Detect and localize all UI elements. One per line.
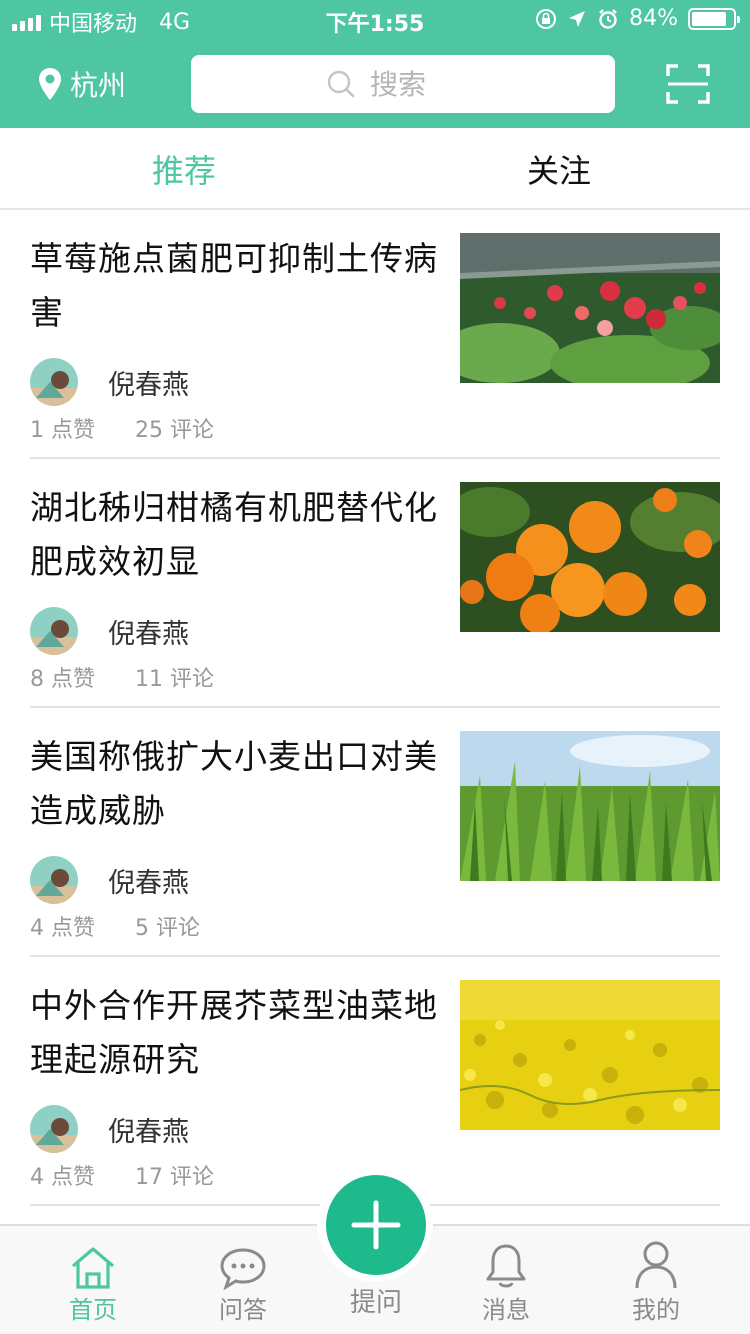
wheat-photo[interactable]: [460, 731, 720, 881]
bell-icon: [486, 1244, 526, 1288]
author-row: 倪春燕: [30, 856, 189, 904]
like-count: 4 点赞: [30, 916, 95, 941]
strawberry-photo[interactable]: [460, 233, 720, 383]
citrus-photo[interactable]: [460, 482, 720, 632]
list-item[interactable]: 草莓施点菌肥可抑制土传病害 倪春燕 1 点赞 25 评论: [30, 210, 720, 459]
author-name: 倪春燕: [108, 867, 189, 899]
location-pin-icon: [39, 68, 61, 100]
location-arrow-icon: [569, 10, 586, 27]
like-count: 1 点赞: [30, 418, 95, 443]
author-name: 倪春燕: [108, 1116, 189, 1148]
like-count: 8 点赞: [30, 667, 95, 692]
author-row: 倪春燕: [30, 607, 189, 655]
feed-tabs: 推荐 关注: [0, 128, 750, 210]
article-stats: 4 点赞 5 评论: [30, 910, 200, 942]
tab-messages[interactable]: 消息: [466, 1240, 546, 1325]
avatar[interactable]: [30, 1105, 78, 1153]
article-stats: 8 点赞 11 评论: [30, 661, 214, 693]
city-label: 杭州: [70, 69, 127, 102]
author-row: 倪春燕: [30, 1105, 189, 1153]
chat-icon: [220, 1248, 266, 1290]
article-title[interactable]: 草莓施点菌肥可抑制土传病害: [30, 232, 440, 340]
tab-profile-label: 我的: [632, 1296, 680, 1324]
battery-icon: [688, 7, 740, 30]
author-name: 倪春燕: [108, 369, 189, 401]
avatar[interactable]: [30, 856, 78, 904]
battery-fill: [692, 11, 726, 26]
app-header: 中国移动 4G 下午1:55 84% 杭州: [0, 0, 750, 128]
tab-recommend[interactable]: 推荐: [152, 146, 216, 192]
article-stats: 4 点赞 17 评论: [30, 1159, 214, 1191]
status-bar: 中国移动 4G 下午1:55 84%: [0, 0, 750, 40]
home-icon: [71, 1247, 115, 1289]
list-item[interactable]: 美国称俄扩大小麦出口对美造成威胁 倪春燕 4 点赞 5 评论: [30, 708, 720, 957]
rapeseed-photo[interactable]: [460, 980, 720, 1130]
tab-home[interactable]: 首页: [53, 1240, 133, 1325]
alarm-icon: [599, 8, 617, 29]
author-row: 倪春燕: [30, 358, 189, 406]
search-bar[interactable]: [191, 55, 615, 113]
avatar[interactable]: [30, 358, 78, 406]
avatar[interactable]: [30, 607, 78, 655]
plus-icon: [351, 1200, 401, 1250]
tab-qa[interactable]: 问答: [203, 1240, 283, 1325]
rotation-lock-icon: [536, 8, 557, 29]
city-selector[interactable]: 杭州: [38, 64, 126, 104]
user-icon: [635, 1241, 677, 1289]
comment-count: 25 评论: [135, 418, 214, 443]
tab-profile[interactable]: 我的: [616, 1240, 696, 1325]
article-stats: 1 点赞 25 评论: [30, 412, 214, 444]
comment-count: 5 评论: [135, 916, 200, 941]
tab-follow[interactable]: 关注: [527, 146, 591, 192]
like-count: 4 点赞: [30, 1165, 95, 1190]
tab-qa-label: 问答: [219, 1296, 267, 1324]
status-right: 84%: [535, 6, 740, 31]
comment-count: 17 评论: [135, 1165, 214, 1190]
author-name: 倪春燕: [108, 618, 189, 650]
ask-question-button[interactable]: [326, 1175, 426, 1275]
article-title[interactable]: 湖北秭归柑橘有机肥替代化肥成效初显: [30, 481, 440, 589]
tab-home-label: 首页: [69, 1296, 117, 1324]
list-item[interactable]: 湖北秭归柑橘有机肥替代化肥成效初显 倪春燕 8 点赞 11 评论: [30, 459, 720, 708]
tab-messages-label: 消息: [482, 1296, 530, 1324]
scan-icon[interactable]: [666, 64, 710, 104]
article-title[interactable]: 中外合作开展芥菜型油菜地理起源研究: [30, 979, 440, 1087]
battery-percent: 84%: [629, 6, 678, 31]
article-title[interactable]: 美国称俄扩大小麦出口对美造成威胁: [30, 730, 440, 838]
ask-question-label: 提问: [349, 1288, 402, 1318]
search-icon: [327, 70, 355, 98]
search-input[interactable]: [370, 67, 480, 101]
comment-count: 11 评论: [135, 667, 214, 692]
